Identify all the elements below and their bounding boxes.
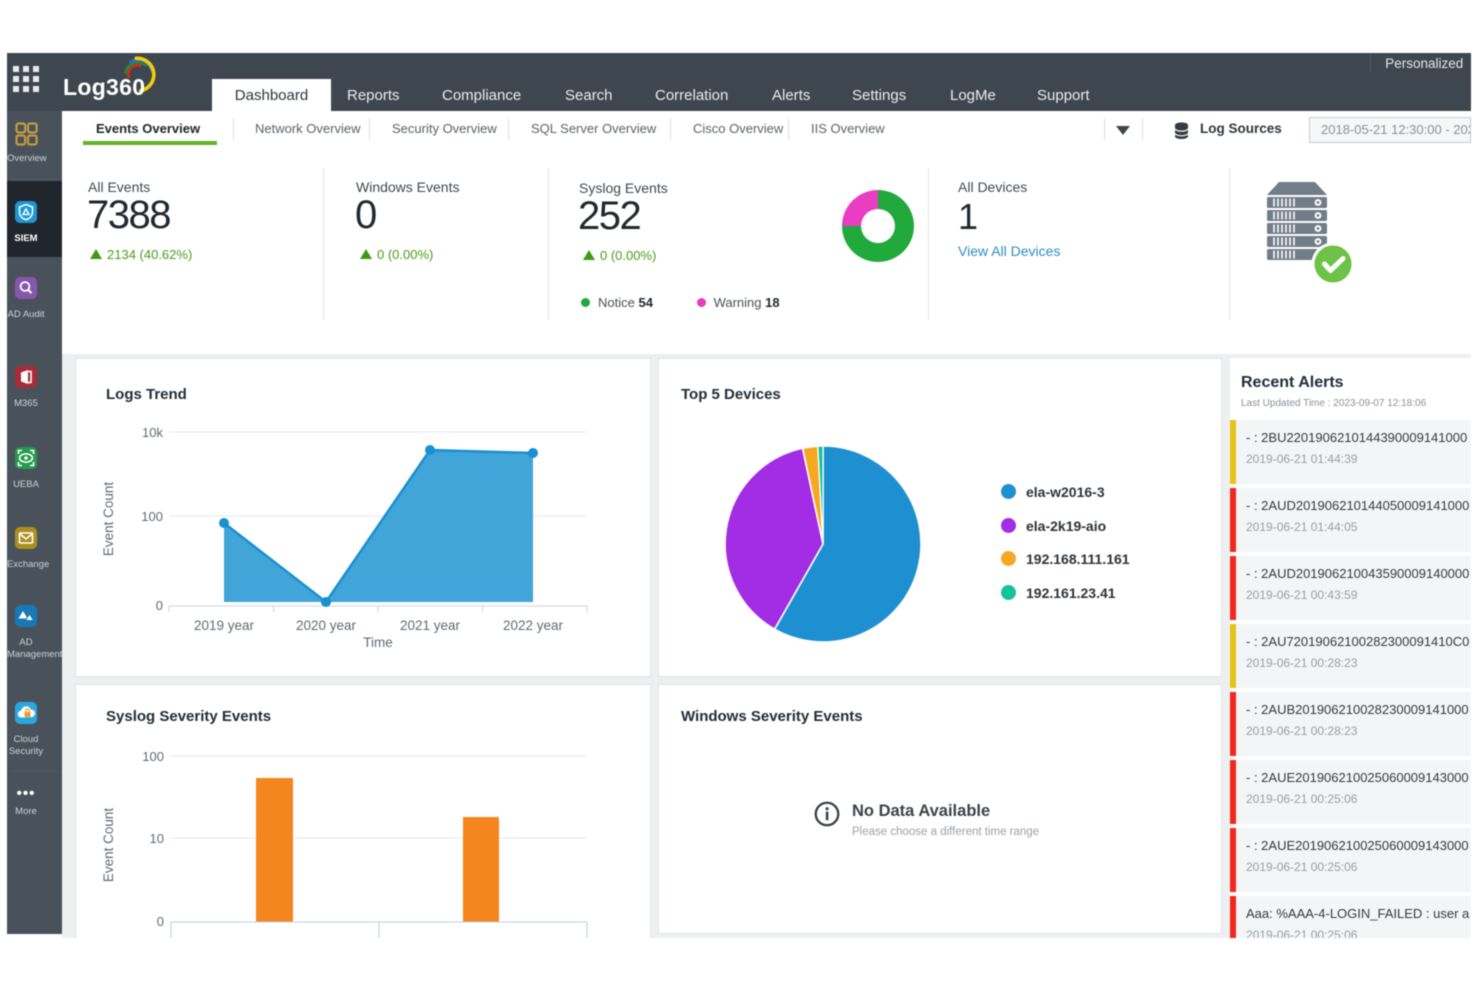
svg-text:2020 year: 2020 year	[296, 618, 357, 633]
svg-text:Event Count: Event Count	[101, 482, 116, 557]
svg-text:2022 year: 2022 year	[503, 618, 564, 633]
svg-text:2019 year: 2019 year	[194, 618, 255, 633]
svg-text:0: 0	[157, 914, 164, 929]
svg-text:2021 year: 2021 year	[400, 618, 461, 633]
svg-text:10k: 10k	[142, 425, 163, 440]
svg-text:100: 100	[142, 749, 164, 764]
svg-text:100: 100	[141, 509, 163, 524]
svg-text:Time: Time	[363, 635, 393, 650]
svg-text:Event Count: Event Count	[101, 808, 116, 883]
svg-text:0: 0	[156, 598, 163, 613]
svg-text:10: 10	[150, 831, 164, 846]
